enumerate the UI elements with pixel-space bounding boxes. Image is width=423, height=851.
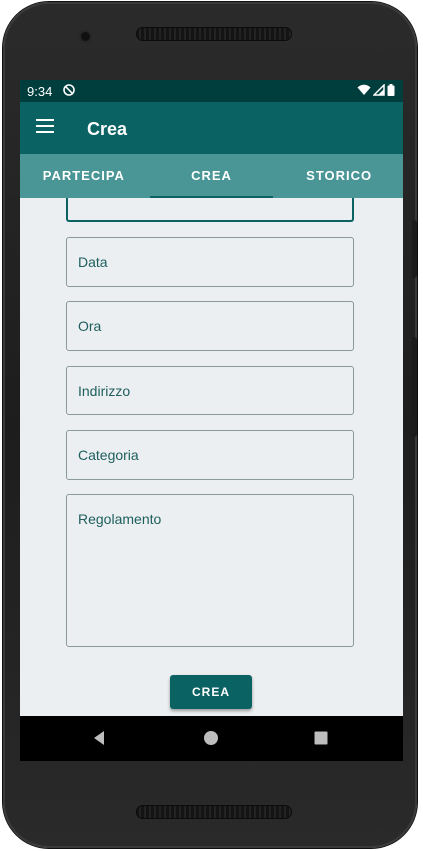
battery-icon	[387, 84, 395, 96]
page-title: Crea	[87, 119, 128, 139]
volume-button	[412, 337, 417, 437]
signal-icon	[373, 84, 385, 96]
regolamento-placeholder: Regolamento	[78, 511, 162, 527]
categoria-placeholder: Categoria	[78, 447, 139, 463]
app-bar: Crea	[20, 102, 403, 154]
crea-submit-button[interactable]: CREA	[170, 675, 252, 709]
sync-icon	[63, 84, 75, 96]
ora-placeholder: Ora	[78, 318, 102, 334]
top-speaker	[136, 27, 292, 41]
wifi-icon	[357, 84, 371, 95]
status-time: 9:34	[27, 84, 53, 99]
menu-icon[interactable]	[36, 119, 54, 133]
tab-bar: PARTECIPA CREA STORICO	[20, 154, 403, 198]
status-icons	[357, 84, 395, 96]
front-camera	[81, 32, 90, 41]
status-bar: 9:34	[20, 80, 403, 102]
recents-icon[interactable]	[311, 728, 331, 748]
back-icon[interactable]	[90, 728, 110, 748]
data-input[interactable]: Data	[66, 237, 354, 287]
power-button	[412, 220, 417, 278]
indirizzo-placeholder: Indirizzo	[78, 383, 131, 399]
phone-screen: 9:34 Crea PARTECIPA CREA STORICO Data Or…	[20, 80, 403, 761]
tab-storico[interactable]: STORICO	[275, 154, 403, 198]
regolamento-input[interactable]: Regolamento	[66, 494, 354, 647]
tab-partecipa[interactable]: PARTECIPA	[20, 154, 148, 198]
navigation-bar	[20, 716, 403, 761]
categoria-input[interactable]: Categoria	[66, 430, 354, 480]
partial-input-field[interactable]	[66, 198, 354, 222]
tab-crea[interactable]: CREA	[148, 154, 276, 198]
form-scroll-area[interactable]: Data Ora Indirizzo Categoria Regolamento	[20, 198, 403, 716]
ora-input[interactable]: Ora	[66, 301, 354, 351]
home-icon[interactable]	[201, 728, 221, 748]
indirizzo-input[interactable]: Indirizzo	[66, 366, 354, 415]
data-placeholder: Data	[78, 254, 108, 270]
bottom-speaker	[136, 805, 292, 819]
